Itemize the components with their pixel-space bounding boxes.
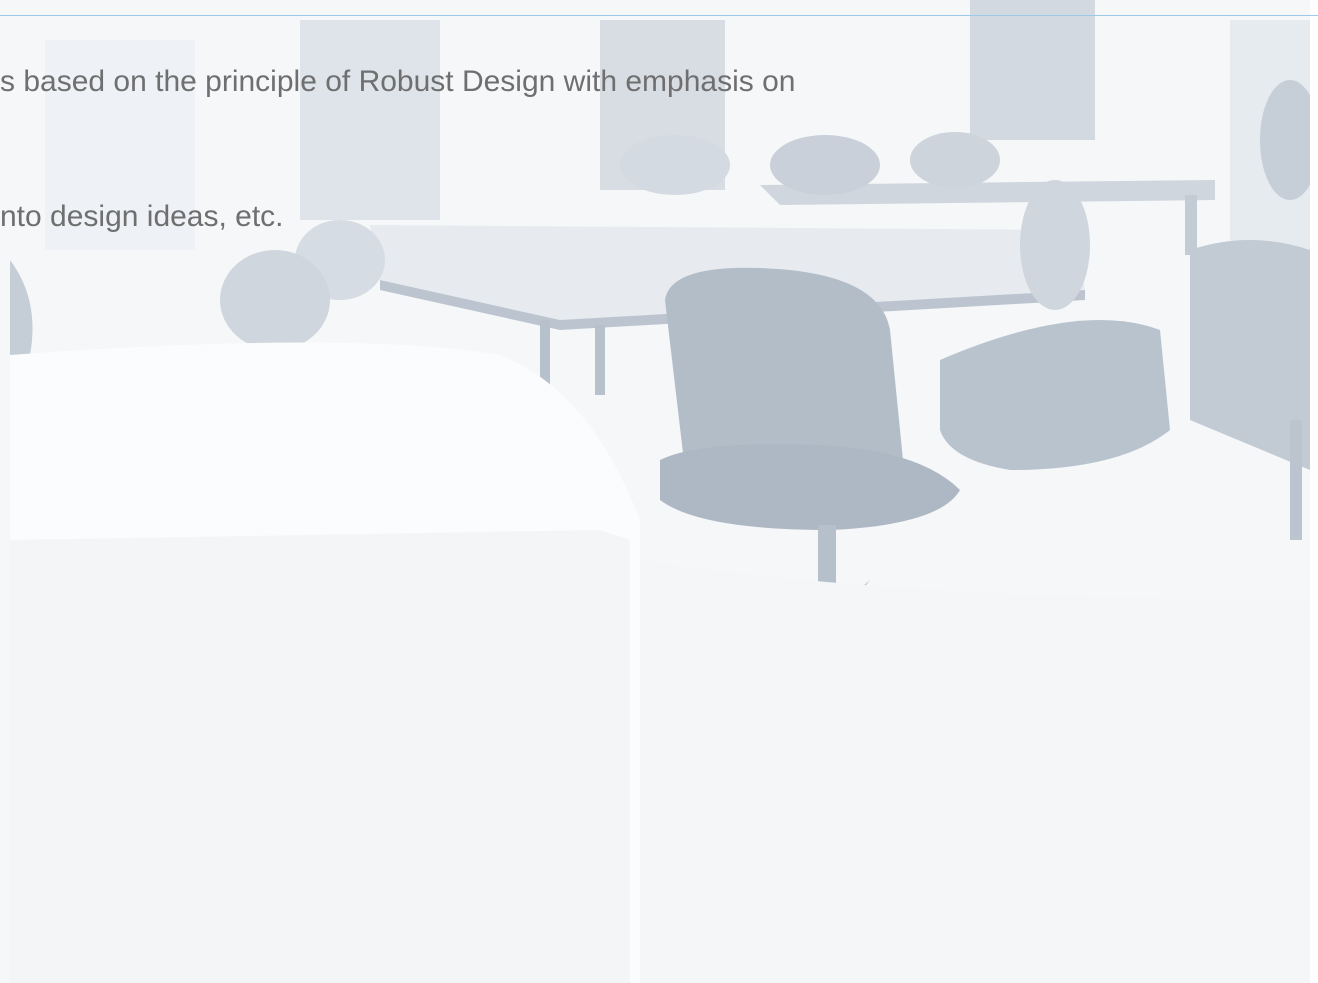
- slide: s based on the principle of Robust Desig…: [0, 0, 1318, 983]
- top-rule: [0, 15, 1318, 16]
- background-photo-office-chairs: [0, 0, 1318, 983]
- body-text-line-2: nto design ideas, etc.: [0, 200, 284, 233]
- body-text-line-1: s based on the principle of Robust Desig…: [0, 65, 796, 98]
